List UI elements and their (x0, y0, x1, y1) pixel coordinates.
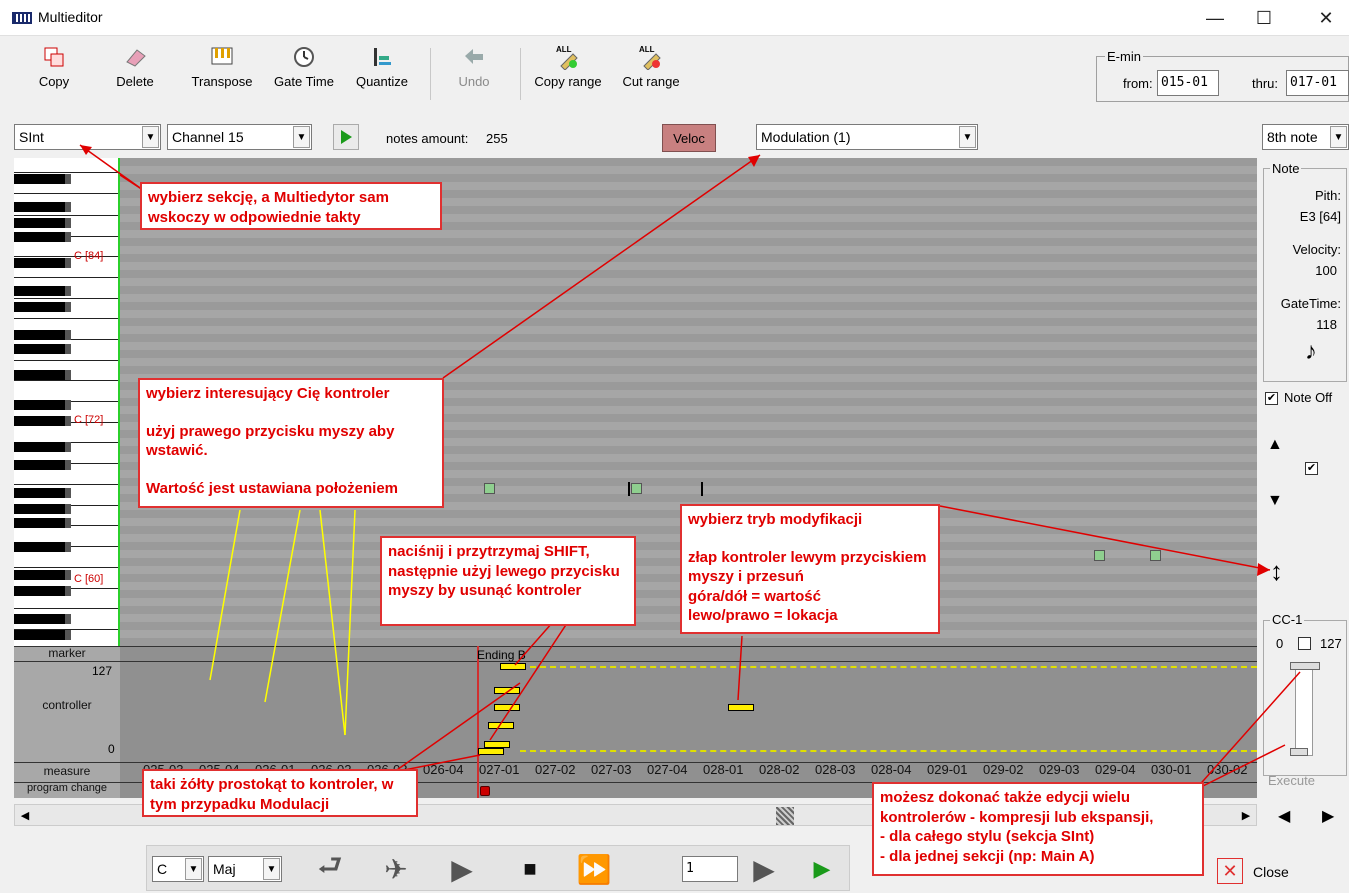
annotation-section: wybierz sekcję, a Multiedytor sam wskocz… (140, 182, 442, 230)
annotation-shift: naciśnij i przytrzymaj SHIFT, następnie … (380, 536, 636, 626)
annotation-controller: wybierz interesujący Cię kontroler użyj … (138, 378, 444, 508)
annotation-yellow-rect: taki żółty prostokąt to kontroler, w tym… (142, 769, 418, 817)
annotation-multi-edit: możesz dokonać także edycji wielu kontro… (872, 782, 1204, 876)
annotation-modify: wybierz tryb modyfikacji złap kontroler … (680, 504, 940, 634)
